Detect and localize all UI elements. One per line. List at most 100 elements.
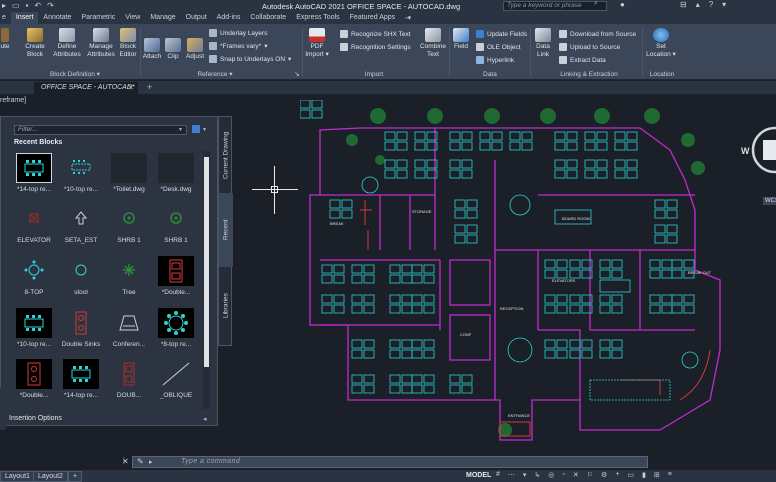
menu-icon[interactable]: ▸ xyxy=(2,1,6,10)
tab-output[interactable]: Output xyxy=(181,12,212,24)
upload-to-source-button[interactable]: Upload to Source xyxy=(559,43,620,51)
tab-annotate[interactable]: Annotate xyxy=(38,12,76,24)
recognize-shx-text-button[interactable]: Recognize SHX Text xyxy=(340,30,411,38)
tab-express-tools[interactable]: Express Tools xyxy=(291,12,344,24)
app-store-icon[interactable]: ▴ xyxy=(696,0,700,9)
block-item[interactable]: *Double... xyxy=(14,359,54,399)
insertion-options-header[interactable]: Insertion Options xyxy=(9,415,62,422)
tab-view[interactable]: View xyxy=(120,12,145,24)
workspace-gear-icon[interactable]: ⚙ xyxy=(601,471,607,479)
attach-button[interactable]: Attach xyxy=(141,38,163,61)
block-item[interactable]: *10-top re... xyxy=(14,308,54,348)
thumbnail-view-icon[interactable] xyxy=(192,125,200,133)
block-item[interactable]: *10-top re... xyxy=(61,153,101,193)
tab-featured-apps[interactable]: Featured Apps xyxy=(345,12,401,24)
tab-recent[interactable]: Recent xyxy=(219,193,233,267)
block-item[interactable]: Conferen... xyxy=(109,308,149,348)
frames-vary-dropdown[interactable]: *Frames vary* ▾ xyxy=(209,42,267,50)
scrollbar-thumb[interactable] xyxy=(204,157,209,367)
command-line[interactable]: ✕ ✎ ▸ Type a command xyxy=(122,456,648,468)
block-item[interactable]: *Desk.dwg xyxy=(156,153,196,193)
polar-icon[interactable]: ↳ xyxy=(534,471,540,479)
tab-manage[interactable]: Manage xyxy=(145,12,180,24)
close-icon[interactable]: ✕ xyxy=(127,83,134,92)
snap-to-underlays-dropdown[interactable]: Snap to Underlays ON ▾ xyxy=(209,55,291,63)
isodraft-icon[interactable]: ◎ xyxy=(548,471,554,479)
chevron-down-icon[interactable]: ▾ xyxy=(722,0,726,9)
floor-plan[interactable]: RECEPTION ELEVATORS ENTRANCE BREAK OUT S… xyxy=(300,100,730,445)
grid-icon[interactable]: # xyxy=(496,471,500,479)
file-tab-office-space[interactable]: OFFICE SPACE - AUTOCAD* ✕ xyxy=(34,82,138,94)
manage-attributes-button[interactable]: Manage Attributes xyxy=(85,28,117,59)
snap-icon[interactable]: ⋯ xyxy=(508,471,515,479)
block-item[interactable]: *Double... xyxy=(156,256,196,296)
block-item[interactable]: *8-top re... xyxy=(156,308,196,348)
block-item[interactable]: *Toilet.dwg xyxy=(109,153,149,193)
clip-button[interactable]: Clip xyxy=(164,38,182,61)
chevron-down-icon[interactable]: ◂ xyxy=(203,415,207,423)
lineweight-icon[interactable]: ✕ xyxy=(573,471,579,479)
extract-data-button[interactable]: Extract Data xyxy=(559,56,606,64)
plus-icon[interactable]: + xyxy=(615,471,619,479)
create-block-button[interactable]: Create Block xyxy=(22,28,48,59)
block-item[interactable]: DOUB... xyxy=(109,359,149,399)
data-link-button[interactable]: Data Link xyxy=(532,28,554,59)
underlay-layers-button[interactable]: Underlay Layers xyxy=(209,29,267,37)
block-item[interactable]: 8-TOP xyxy=(14,256,54,296)
block-item[interactable]: Double Sinks xyxy=(61,308,101,348)
annotation-scale-icon[interactable]: ⚐ xyxy=(587,471,593,479)
adjust-button[interactable]: Adjust xyxy=(183,38,207,61)
tab-home[interactable]: e xyxy=(0,12,11,24)
save-icon[interactable]: ▪ xyxy=(26,1,29,10)
field-button[interactable]: Field xyxy=(451,28,471,51)
viewcube-west-label[interactable]: W xyxy=(741,146,750,156)
ortho-icon[interactable]: ▾ xyxy=(523,471,527,479)
block-editor-button[interactable]: Block Editor xyxy=(116,28,140,59)
hardware-accel-icon[interactable]: ▮ xyxy=(642,471,646,479)
recognition-settings-button[interactable]: Recognition Settings xyxy=(340,43,411,51)
new-tab-icon[interactable]: + xyxy=(147,82,152,92)
customize-icon[interactable]: ≡ xyxy=(668,471,672,479)
filter-input[interactable]: Filter... xyxy=(14,125,187,135)
cart-icon[interactable]: ⊟ xyxy=(680,0,687,9)
osnap-icon[interactable]: ▫ xyxy=(562,471,564,479)
user-icon[interactable]: ● xyxy=(620,0,625,9)
chevron-down-icon[interactable]: ▾ xyxy=(179,126,182,133)
tab-collaborate[interactable]: Collaborate xyxy=(245,12,291,24)
add-layout-icon[interactable]: + xyxy=(68,471,83,482)
ole-object-button[interactable]: OLE Object xyxy=(476,43,521,51)
clean-screen-icon[interactable]: ⊞ xyxy=(654,471,660,479)
tab-layout1[interactable]: Layout1 xyxy=(0,471,35,482)
reference-launcher-icon[interactable]: ↘ xyxy=(292,70,302,80)
tab-libraries[interactable]: Libraries xyxy=(219,267,233,345)
search-input[interactable]: Type a keyword or phrase xyxy=(503,1,607,11)
tab-layout2[interactable]: Layout2 xyxy=(33,471,68,482)
command-input[interactable]: Type a command xyxy=(181,458,240,465)
wcs-menu[interactable]: WCS xyxy=(763,197,776,205)
wrench-icon[interactable]: ✎ xyxy=(137,457,144,466)
ribbon-options-icon[interactable]: ▫▾ xyxy=(400,12,416,24)
close-icon[interactable]: ✕ xyxy=(122,457,129,466)
tab-current-drawing[interactable]: Current Drawing xyxy=(219,117,233,193)
help-icon[interactable]: ? xyxy=(709,0,713,9)
block-definition-label[interactable]: Block Definition ▾ xyxy=(38,70,112,80)
block-item[interactable]: *14-top re... xyxy=(61,359,101,399)
block-item[interactable]: Tree xyxy=(109,256,149,296)
block-item[interactable]: SHRB 1 xyxy=(109,204,149,244)
block-item[interactable]: _OBLIQUE xyxy=(156,359,196,399)
reference-label[interactable]: Reference ▾ xyxy=(190,70,240,80)
set-location-button[interactable]: Set Location ▾ xyxy=(645,28,677,59)
combine-text-button[interactable]: Combine Text xyxy=(418,28,448,59)
search-icon[interactable]: ⌕ xyxy=(594,0,598,8)
viewport-label[interactable]: reframe] xyxy=(0,97,26,104)
update-fields-button[interactable]: Update Fields xyxy=(476,30,527,38)
block-item[interactable]: stool xyxy=(61,256,101,296)
prompt-icon[interactable]: ▸ xyxy=(149,458,153,466)
download-from-source-button[interactable]: Download from Source xyxy=(559,30,636,38)
insert-button[interactable]: ute xyxy=(0,28,12,51)
undo-icon[interactable]: ↶ xyxy=(34,1,41,10)
pdf-import-button[interactable]: PDF Import ▾ xyxy=(303,28,331,59)
block-item[interactable]: *14-top re... xyxy=(14,153,54,193)
open-icon[interactable]: ▭ xyxy=(12,1,20,10)
define-attributes-button[interactable]: Define Attributes xyxy=(51,28,83,59)
